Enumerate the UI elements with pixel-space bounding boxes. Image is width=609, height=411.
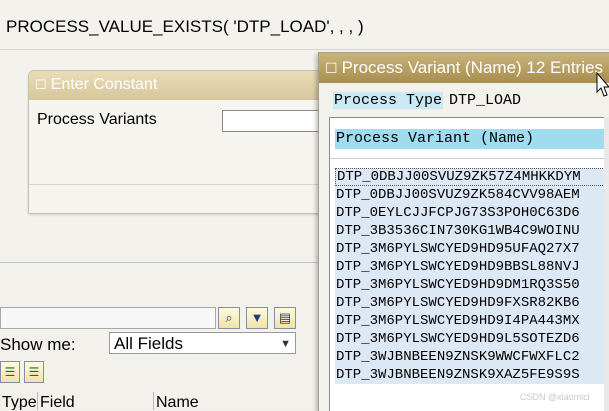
enter-constant-dialog: ☐ Enter Constant Process Variants	[28, 70, 333, 214]
collapse-all-icon[interactable]: ☰	[24, 361, 44, 383]
expand-all-icon[interactable]: ☰	[0, 361, 20, 383]
window-icon: ☐	[325, 60, 338, 76]
filter-icon[interactable]: ▼	[246, 307, 268, 329]
chevron-down-icon[interactable]: ▼	[280, 333, 291, 355]
process-variants-input[interactable]	[222, 110, 333, 132]
field-search-bar[interactable]	[0, 307, 216, 329]
process-variant-titlebar[interactable]: ☐ Process Variant (Name) 12 Entries	[319, 53, 609, 83]
list-item[interactable]: DTP_3M6PYLSWCYED9HD9FXSR82KB6	[335, 294, 609, 312]
process-type-value: DTP_LOAD	[449, 92, 522, 109]
column-header-field[interactable]: Field	[38, 392, 154, 410]
dialog-separator	[29, 184, 329, 185]
binoculars-icon[interactable]: ⌕	[218, 307, 240, 329]
list-item[interactable]: DTP_3M6PYLSWCYED9HD9I4PA443MX	[335, 312, 609, 330]
list-item[interactable]: DTP_3M6PYLSWCYED9HD9BBSL88NVJ	[335, 258, 609, 276]
list-item[interactable]: DTP_3WJBNBEEN9ZNSK9XAZ5FE9S9S	[335, 366, 609, 384]
panel-divider	[0, 262, 320, 263]
show-me-label: Show me:	[0, 335, 76, 354]
process-variant-popup: ☐ Process Variant (Name) 12 Entries Proc…	[318, 52, 609, 411]
list-separator	[330, 158, 609, 159]
list-item[interactable]: DTP_3M6PYLSWCYED9HD95UFAQ27X7	[335, 240, 609, 258]
filter-save-icon[interactable]: ▤	[274, 307, 296, 329]
list-item[interactable]: DTP_0DBJJ00SVUZ9ZK584CVV98AEM	[335, 186, 609, 204]
list-item[interactable]: DTP_3WJBNBEEN9ZNSK9WWCFWXFLC2	[335, 348, 609, 366]
process-type-row: Process Type DTP_LOAD	[333, 92, 521, 109]
enter-constant-titlebar[interactable]: ☐ Enter Constant	[29, 71, 329, 100]
process-type-label: Process Type	[333, 92, 444, 109]
window-icon: ☐	[35, 77, 47, 92]
list-item[interactable]: DTP_3B3536CIN730KG1WB4C9WOINU	[335, 222, 609, 240]
list-items: DTP_0DBJJ00SVUZ9ZK57Z4MHKKDYM DTP_0DBJJ0…	[335, 168, 609, 384]
list-item[interactable]: DTP_0EYLCJJFCPJG73S3POH0C63D6	[335, 204, 609, 222]
show-me-value: All Fields	[114, 334, 183, 353]
mouse-cursor-icon	[596, 72, 609, 97]
list-item[interactable]: DTP_3M6PYLSWCYED9HD9L5SOTEZD6	[335, 330, 609, 348]
column-header-name[interactable]: Name	[154, 392, 320, 410]
watermark: CSDN @xiaomici	[520, 392, 590, 402]
process-variant-title: Process Variant (Name) 12 Entries	[341, 58, 603, 77]
field-list-panel: ⌕ ▼ ▤ Show me: All Fields ▼ ☰ ☰ Type Fie…	[0, 258, 320, 410]
show-me-select[interactable]: All Fields ▼	[109, 332, 296, 354]
divider	[0, 49, 609, 50]
scrollbar[interactable]	[604, 117, 609, 411]
process-variants-label: Process Variants	[37, 111, 157, 128]
list-item[interactable]: DTP_3M6PYLSWCYED9HD9DM1RQ3S50	[335, 276, 609, 294]
enter-constant-title: Enter Constant	[50, 76, 158, 93]
column-header-type[interactable]: Type	[0, 392, 38, 410]
variant-list: Process Variant (Name) DTP_0DBJJ00SVUZ9Z…	[329, 117, 609, 411]
list-column-header[interactable]: Process Variant (Name)	[335, 129, 609, 149]
list-item[interactable]: DTP_0DBJJ00SVUZ9ZK57Z4MHKKDYM	[335, 168, 609, 186]
formula-text: PROCESS_VALUE_EXISTS( 'DTP_LOAD', , , )	[6, 17, 364, 36]
